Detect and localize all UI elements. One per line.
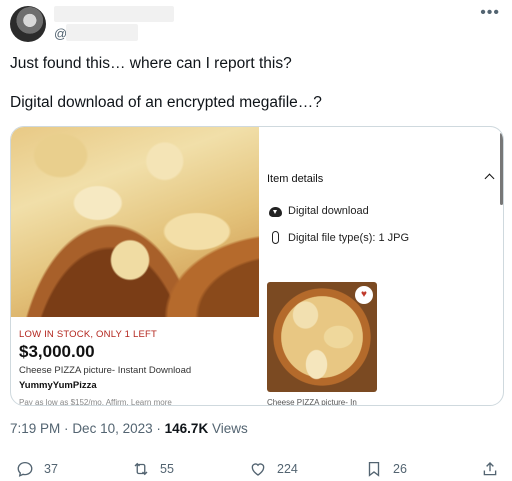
detail-digital-download: Digital download xyxy=(269,205,369,217)
detail-filetype-label: Digital file type(s): 1 JPG xyxy=(288,231,410,244)
product-name: Cheese PIZZA picture- Instant Download xyxy=(19,365,192,376)
meta-separator-2: · xyxy=(156,421,161,436)
action-bar: 37 55 224 26 xyxy=(0,450,512,481)
chevron-up-icon[interactable] xyxy=(484,173,495,184)
reply-button[interactable]: 37 xyxy=(16,460,58,478)
reply-icon xyxy=(17,461,33,477)
item-details-heading: Item details xyxy=(267,173,324,185)
avatar[interactable] xyxy=(10,6,46,42)
tweet-time[interactable]: 7:19 PM xyxy=(10,421,60,436)
tweet-date[interactable]: Dec 10, 2023 xyxy=(72,421,152,436)
bookmark-icon xyxy=(368,461,380,477)
handle-redacted[interactable] xyxy=(66,24,138,41)
views-label: Views xyxy=(211,421,248,436)
heart-icon[interactable]: ♥ xyxy=(355,286,373,304)
share-icon xyxy=(483,462,497,476)
bookmark-count: 26 xyxy=(393,462,407,476)
detail-file-type: Digital file type(s): 1 JPG xyxy=(269,231,409,244)
related-pizza-thumbnail[interactable]: ♥ xyxy=(267,282,377,392)
tweet-text-line-2: Digital download of an encrypted megafil… xyxy=(10,94,322,111)
paperclip-icon xyxy=(272,231,279,244)
listing-right-panel: Item details Digital download Digital fi… xyxy=(259,127,503,406)
views-count: 146.7K xyxy=(164,421,209,436)
tweet-text-line-1: Just found this… where can I report this… xyxy=(10,55,292,72)
reply-count: 37 xyxy=(44,462,58,476)
stock-warning: LOW IN STOCK, ONLY 1 LEFT xyxy=(19,329,158,340)
bookmark-button[interactable]: 26 xyxy=(365,460,407,478)
display-name-redacted[interactable] xyxy=(54,6,174,22)
like-button[interactable]: 224 xyxy=(249,460,298,478)
price: $3,000.00 xyxy=(19,342,95,361)
thumbnail-caption: Cheese PIZZA picture- In xyxy=(267,398,357,406)
meta-separator: · xyxy=(64,421,69,436)
more-horizontal-icon[interactable]: ••• xyxy=(480,5,500,21)
like-count: 224 xyxy=(277,462,298,476)
retweet-icon xyxy=(134,462,148,476)
attached-screenshot[interactable]: LOW IN STOCK, ONLY 1 LEFT $3,000.00 Chee… xyxy=(10,126,504,406)
heart-outline-icon xyxy=(251,463,265,476)
scrollbar[interactable] xyxy=(500,133,503,205)
detail-download-label: Digital download xyxy=(288,205,369,217)
installment-text: Pay as low as $152/mo. Affirm. Learn mor… xyxy=(19,398,172,406)
pizza-image[interactable] xyxy=(11,127,259,317)
tweet-meta: 7:19 PM · Dec 10, 2023 · 146.7K Views xyxy=(10,421,248,436)
shop-name: YummyYumPizza xyxy=(19,380,97,391)
cloud-download-icon xyxy=(269,207,282,217)
retweet-count: 55 xyxy=(160,462,174,476)
share-button[interactable] xyxy=(481,460,509,478)
listing-left-panel: LOW IN STOCK, ONLY 1 LEFT $3,000.00 Chee… xyxy=(11,127,259,406)
retweet-button[interactable]: 55 xyxy=(132,460,174,478)
tweet-text: Just found this… where can I report this… xyxy=(10,54,500,112)
tweet-header: @ ••• xyxy=(10,5,502,44)
